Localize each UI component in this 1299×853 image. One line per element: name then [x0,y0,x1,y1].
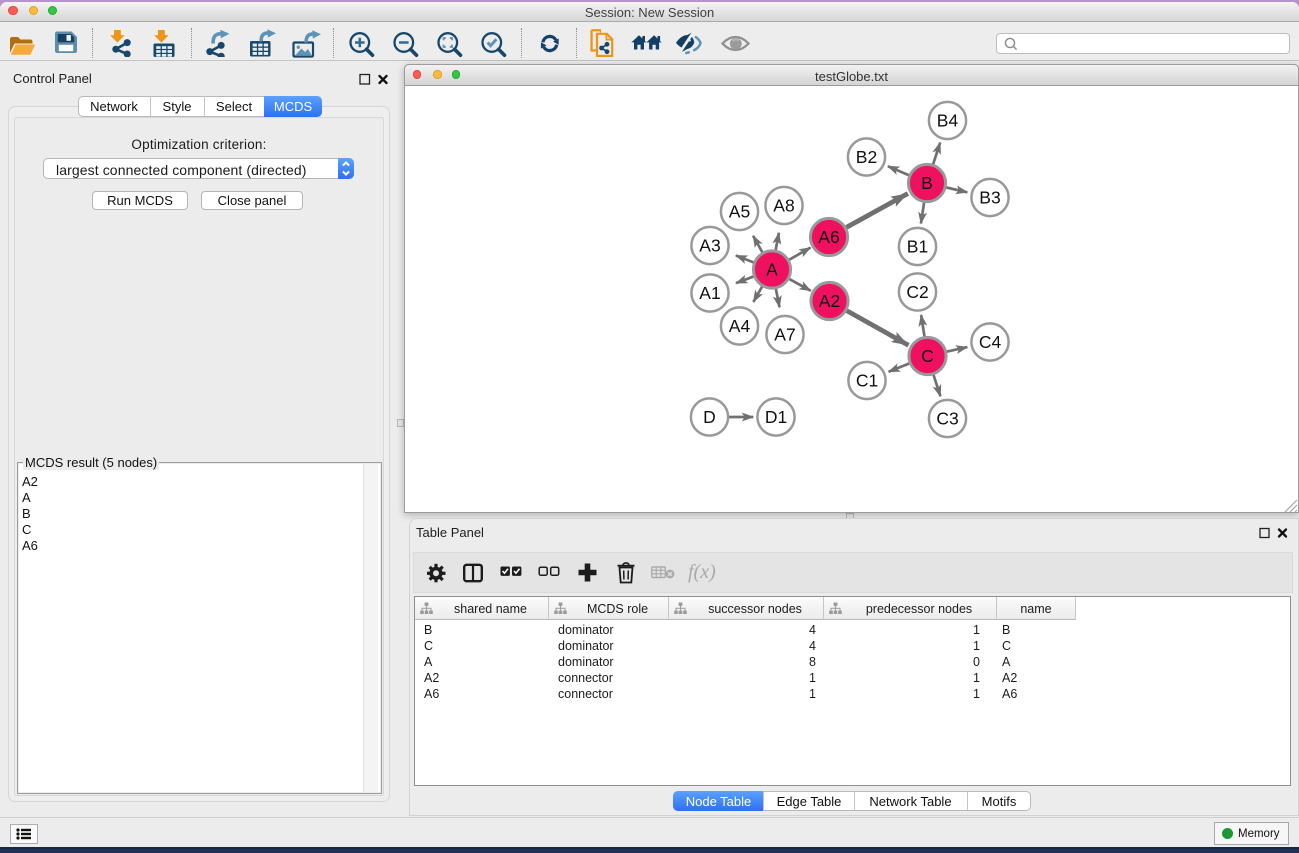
svg-text:B1: B1 [907,237,928,257]
svg-text:B2: B2 [856,147,877,167]
svg-text:C2: C2 [906,282,928,302]
svg-text:A2: A2 [819,291,840,311]
svg-text:D: D [703,407,716,427]
svg-text:A3: A3 [699,236,720,256]
svg-text:A8: A8 [773,196,794,216]
svg-text:B3: B3 [979,188,1000,208]
svg-text:A5: A5 [729,202,750,222]
svg-text:C1: C1 [856,371,878,391]
svg-text:A1: A1 [699,283,720,303]
svg-text:D1: D1 [765,407,787,427]
svg-text:C3: C3 [936,409,958,429]
svg-text:C: C [921,346,934,366]
svg-text:A7: A7 [774,325,795,345]
svg-text:C4: C4 [979,332,1002,352]
svg-text:A6: A6 [818,227,839,247]
svg-text:B4: B4 [937,111,959,131]
svg-text:B: B [921,173,933,193]
svg-text:A: A [766,260,778,280]
svg-text:A4: A4 [729,316,751,336]
